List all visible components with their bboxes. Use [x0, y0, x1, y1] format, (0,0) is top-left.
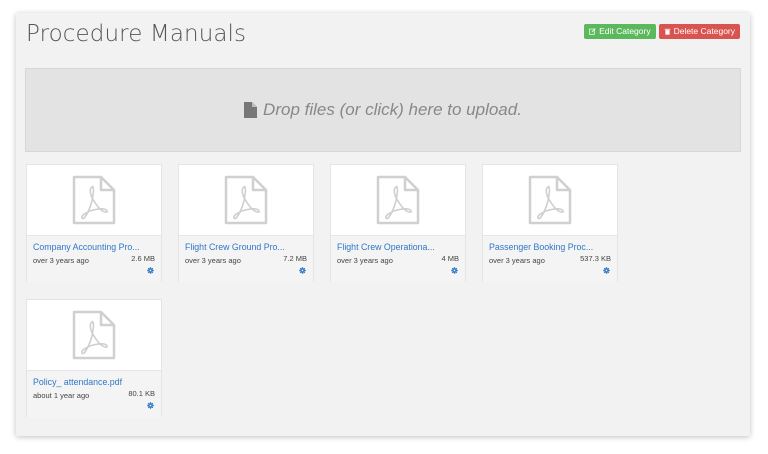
file-age: over 3 years ago [185, 256, 241, 265]
gear-icon[interactable] [451, 267, 458, 274]
file-age: over 3 years ago [337, 256, 393, 265]
trash-icon [664, 28, 670, 35]
file-card[interactable]: Policy_ attendance.pdf about 1 year ago … [26, 299, 162, 418]
pdf-file-icon [72, 310, 116, 360]
gear-icon[interactable] [147, 267, 154, 274]
file-card[interactable]: Flight Crew Ground Pro... over 3 years a… [178, 164, 314, 283]
gear-icon[interactable] [299, 267, 306, 274]
file-age: over 3 years ago [489, 256, 545, 265]
file-meta: Policy_ attendance.pdf about 1 year ago … [27, 370, 161, 418]
file-thumbnail[interactable] [331, 165, 465, 235]
file-meta: Flight Crew Ground Pro... over 3 years a… [179, 235, 313, 283]
delete-category-label: Delete Category [673, 26, 735, 36]
file-name-link[interactable]: Passenger Booking Proc... [489, 242, 593, 252]
file-name-link[interactable]: Flight Crew Ground Pro... [185, 242, 285, 252]
file-thumbnail[interactable] [179, 165, 313, 235]
file-thumbnail[interactable] [483, 165, 617, 235]
file-meta: Flight Crew Operationa... over 3 years a… [331, 235, 465, 283]
category-actions: Edit Category Delete Category [584, 24, 740, 39]
file-meta: Company Accounting Pro... over 3 years a… [27, 235, 161, 283]
dropzone-label: Drop files (or click) here to upload. [263, 100, 522, 119]
file-age: about 1 year ago [33, 391, 90, 400]
gear-icon[interactable] [603, 267, 610, 274]
file-size: 80.1 KB [128, 389, 155, 398]
edit-category-button[interactable]: Edit Category [584, 24, 656, 39]
file-size: 4 MB [441, 254, 459, 263]
file-card[interactable]: Flight Crew Operationa... over 3 years a… [330, 164, 466, 283]
file-card[interactable]: Passenger Booking Proc... over 3 years a… [482, 164, 618, 283]
file-name-link[interactable]: Flight Crew Operationa... [337, 242, 435, 252]
edit-category-label: Edit Category [599, 26, 651, 36]
pdf-file-icon [224, 175, 268, 225]
delete-category-button[interactable]: Delete Category [658, 24, 740, 39]
file-thumbnail[interactable] [27, 165, 161, 235]
file-icon [244, 102, 258, 118]
upload-dropzone[interactable]: Drop files (or click) here to upload. [25, 68, 741, 152]
file-thumbnail[interactable] [27, 300, 161, 370]
pdf-file-icon [376, 175, 420, 225]
file-age: over 3 years ago [33, 256, 89, 265]
pdf-file-icon [528, 175, 572, 225]
file-card[interactable]: Company Accounting Pro... over 3 years a… [26, 164, 162, 283]
page-title: Procedure Manuals [26, 21, 247, 47]
gear-icon[interactable] [147, 402, 154, 409]
file-size: 537.3 KB [580, 254, 611, 263]
file-size: 2.6 MB [131, 254, 155, 263]
file-name-link[interactable]: Policy_ attendance.pdf [33, 377, 122, 387]
file-name-link[interactable]: Company Accounting Pro... [33, 242, 140, 252]
file-size: 7.2 MB [283, 254, 307, 263]
file-meta: Passenger Booking Proc... over 3 years a… [483, 235, 617, 283]
edit-icon [589, 28, 596, 35]
pdf-file-icon [72, 175, 116, 225]
